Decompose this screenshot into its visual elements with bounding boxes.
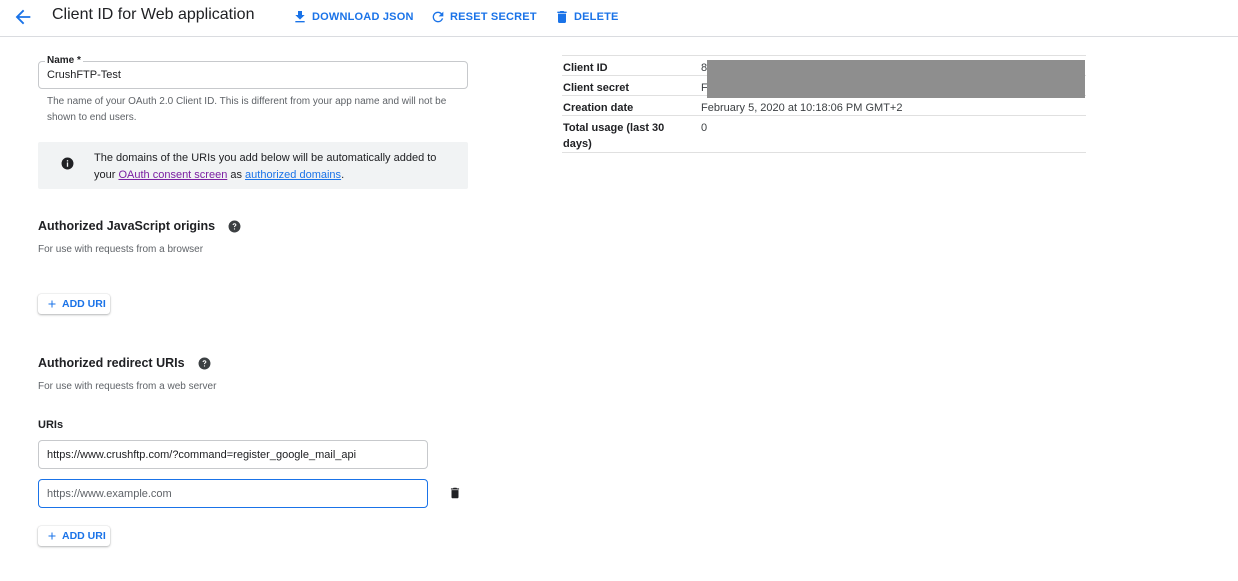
js-origins-heading: Authorized JavaScript origins — [38, 219, 241, 233]
uris-label: URIs — [38, 419, 64, 431]
add-redirect-uri-button[interactable]: ADD URI — [38, 526, 110, 546]
help-icon[interactable] — [228, 220, 241, 233]
client-secret-key: Client secret — [563, 82, 630, 94]
add-js-origin-button[interactable]: ADD URI — [38, 294, 110, 314]
download-json-button[interactable]: DOWNLOAD JSON — [292, 8, 414, 26]
creation-date-value: February 5, 2020 at 10:18:06 PM GMT+2 — [701, 102, 903, 114]
reset-secret-label: RESET SECRET — [450, 11, 537, 23]
redaction-block — [707, 60, 1085, 98]
back-arrow-icon[interactable] — [12, 6, 34, 28]
trash-icon[interactable] — [448, 486, 462, 500]
help-icon[interactable] — [198, 357, 211, 370]
trash-icon — [557, 11, 567, 23]
download-icon — [295, 11, 305, 23]
plus-icon — [48, 532, 56, 540]
creation-date-row: Creation date February 5, 2020 at 10:18:… — [562, 96, 1086, 116]
info-icon — [61, 157, 74, 170]
name-field-label: Name * — [45, 55, 83, 66]
download-json-label: DOWNLOAD JSON — [312, 11, 414, 23]
creation-date-key: Creation date — [563, 102, 634, 114]
plus-icon — [48, 300, 56, 308]
client-id-key: Client ID — [563, 62, 608, 74]
total-usage-row: Total usage (last 30 days) 0 — [562, 116, 1086, 153]
page-title: Client ID for Web application — [52, 6, 255, 23]
top-app-bar: Client ID for Web application DOWNLOAD J… — [0, 0, 1238, 37]
redirect-uris-title: Authorized redirect URIs — [38, 356, 185, 370]
redirect-uris-subtitle: For use with requests from a web server — [38, 381, 217, 392]
refresh-icon — [432, 11, 444, 23]
oauth-consent-screen-link[interactable]: OAuth consent screen — [118, 169, 227, 181]
total-usage-value: 0 — [701, 122, 708, 134]
name-field[interactable]: Name * CrushFTP-Test — [38, 55, 468, 89]
total-usage-key: Total usage (last 30 days) — [563, 122, 665, 150]
redirect-uri-input-1[interactable] — [38, 440, 428, 469]
authorized-domains-link[interactable]: authorized domains — [245, 169, 341, 181]
info-banner: The domains of the URIs you add below wi… — [38, 142, 468, 189]
redirect-uris-heading: Authorized redirect URIs — [38, 356, 211, 370]
info-text: The domains of the URIs you add below wi… — [94, 150, 454, 184]
info-text-after: . — [341, 169, 345, 181]
info-text-mid: as — [227, 169, 246, 181]
name-field-value[interactable]: CrushFTP-Test — [47, 69, 121, 81]
add-js-origin-label: ADD URI — [62, 298, 106, 310]
reset-secret-button[interactable]: RESET SECRET — [430, 8, 537, 26]
redirect-uri-input-2[interactable] — [38, 479, 428, 508]
delete-label: DELETE — [574, 11, 619, 23]
delete-button[interactable]: DELETE — [554, 8, 619, 26]
js-origins-subtitle: For use with requests from a browser — [38, 244, 204, 255]
js-origins-title: Authorized JavaScript origins — [38, 219, 216, 233]
name-help-text: The name of your OAuth 2.0 Client ID. Th… — [47, 96, 447, 123]
add-redirect-uri-label: ADD URI — [62, 530, 106, 542]
